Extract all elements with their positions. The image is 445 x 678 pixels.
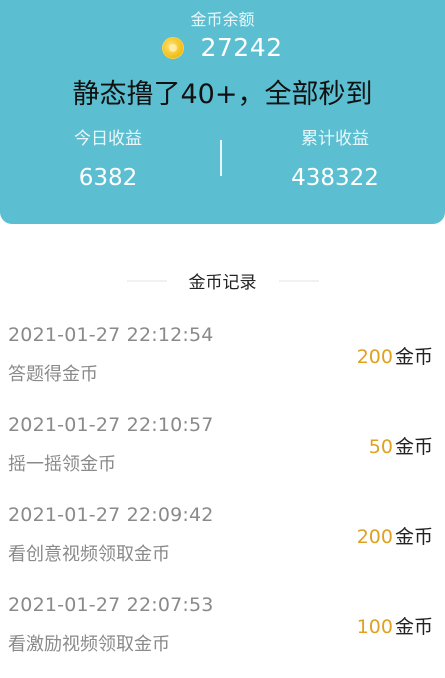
record-desc: 看创意视频领取金币 [8, 544, 170, 565]
balance-label: 金币余额 [190, 10, 255, 29]
balance-header: 金币余额 27242 静态撸了40+，全部秒到 今日收益 6382 累计收益 4… [0, 0, 445, 224]
record-time: 2021-01-27 22:10:57 [8, 414, 214, 436]
list-item: 2021-01-27 22:12:54 答题得金币 200 金币 [0, 318, 445, 408]
coin-records-heading: 金币记录 [0, 268, 445, 293]
stats-divider [220, 140, 222, 176]
list-item: 2021-01-27 22:09:42 看创意视频领取金币 200 金币 [0, 498, 445, 588]
amount-unit: 金币 [394, 346, 433, 368]
list-item: 2021-01-27 22:07:53 看激励视频领取金币 100 金币 [0, 588, 445, 678]
amount-unit: 金币 [394, 436, 433, 458]
amount-value: 100 [356, 616, 393, 638]
record-amount: 200 金币 [357, 342, 433, 369]
list-item: 2021-01-27 22:10:57 摇一摇领金币 50 金币 [0, 408, 445, 498]
total-earnings-label: 累计收益 [301, 129, 369, 149]
balance-value: 27242 [200, 33, 283, 62]
amount-unit: 金币 [394, 526, 433, 548]
amount-value: 50 [368, 436, 393, 458]
coin-records-list: 2021-01-27 22:12:54 答题得金币 200 金币 2021-01… [0, 318, 445, 678]
coin-icon [162, 36, 185, 59]
today-earnings-value: 6382 [78, 165, 138, 191]
amount-unit: 金币 [394, 616, 433, 638]
today-earnings-label: 今日收益 [74, 129, 142, 149]
record-desc: 看激励视频领取金币 [8, 634, 170, 655]
heading-line-right [278, 279, 319, 282]
record-time: 2021-01-27 22:07:53 [8, 594, 214, 616]
record-desc: 答题得金币 [8, 364, 98, 385]
record-time: 2021-01-27 22:12:54 [8, 324, 214, 346]
heading-line-left [126, 279, 167, 282]
amount-value: 200 [356, 346, 393, 368]
record-time: 2021-01-27 22:09:42 [8, 504, 214, 526]
balance-row: 27242 [0, 33, 445, 62]
record-amount: 50 金币 [369, 432, 433, 459]
section-title: 金币记录 [188, 273, 257, 293]
amount-value: 200 [356, 526, 393, 548]
record-amount: 100 金币 [357, 612, 433, 639]
total-earnings-value: 438322 [291, 165, 379, 191]
record-desc: 摇一摇领金币 [8, 454, 116, 475]
record-amount: 200 金币 [357, 522, 433, 549]
overlay-caption: 静态撸了40+，全部秒到 [72, 79, 373, 110]
